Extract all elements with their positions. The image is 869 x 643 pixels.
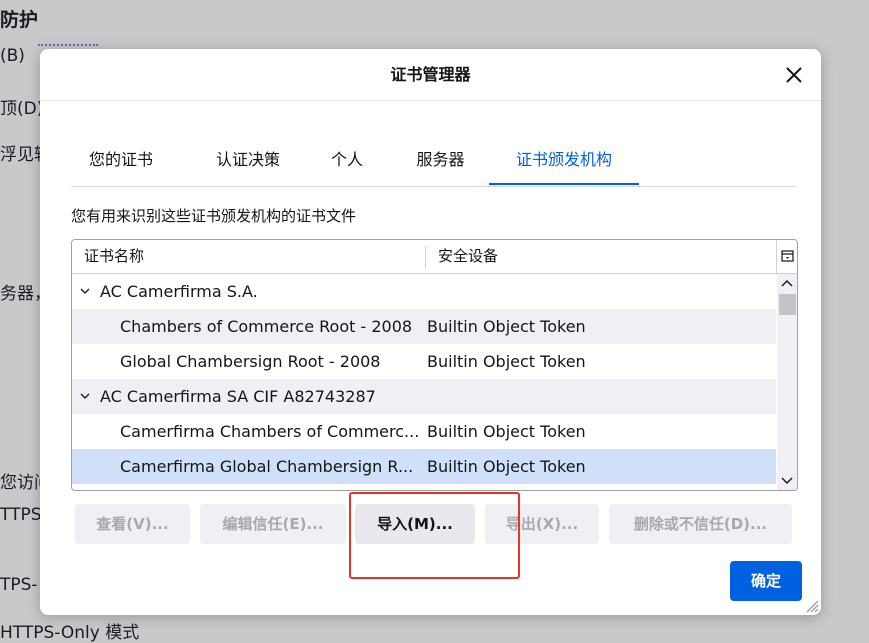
annotation-highlight-box (349, 492, 520, 579)
tree-row[interactable]: Global Chambersign Root - 2008 Builtin O… (72, 344, 776, 379)
bg-text-line: 顶(D) (0, 99, 44, 119)
certificate-manager-dialog: 证书管理器 您的证书 认证决策 个人 服务器 证书颁发机构 您有用来识别这些证书… (40, 49, 821, 615)
tree-row[interactable]: Chambers of Commerce Root - 2008 Builtin… (72, 309, 776, 344)
column-header-device[interactable]: 安全设备 (438, 240, 498, 273)
certificate-name: Global Chambersign Root - 2008 (120, 352, 381, 371)
scroll-down-icon[interactable] (781, 476, 793, 484)
security-device: Builtin Object Token (427, 317, 586, 336)
close-icon (786, 67, 802, 83)
group-name: AC Camerfirma SA CIF A82743287 (100, 387, 376, 406)
delete-or-distrust-button[interactable]: 删除或不信任(D)... (609, 504, 792, 544)
tree-group-row[interactable]: AC Camerfirma SA CIF A82743287 (72, 379, 776, 414)
column-divider (425, 246, 426, 268)
tree-header: 证书名称 安全设备 (72, 240, 797, 274)
dialog-title: 证书管理器 (390, 65, 471, 84)
tree-group-row[interactable]: AC Camerfirma S.A. (72, 274, 776, 309)
tab-your-certificates[interactable]: 您的证书 (71, 139, 171, 185)
tree-rows: AC Camerfirma S.A. Chambers of Commerce … (72, 274, 776, 490)
group-name: AC Camerfirma S.A. (100, 282, 258, 301)
scrollbar-thumb[interactable] (779, 294, 796, 315)
view-button[interactable]: 查看(V)... (75, 504, 190, 544)
bg-text-line: (B) (0, 46, 25, 66)
security-device: Builtin Object Token (427, 352, 586, 371)
tab-authentication-decisions[interactable]: 认证决策 (193, 139, 303, 185)
edit-trust-button[interactable]: 编辑信任(E)... (200, 504, 346, 544)
certificate-name: Chambers of Commerce Root - 2008 (120, 317, 413, 336)
bg-text-line: HTTPS-Only 模式 (0, 623, 140, 643)
column-picker[interactable] (776, 240, 797, 273)
ok-button[interactable]: 确定 (730, 561, 802, 601)
bg-heading: 防护 (0, 9, 39, 31)
chevron-down-icon[interactable] (80, 392, 90, 400)
tab-description: 您有用来识别这些证书颁发机构的证书文件 (71, 207, 357, 225)
tab-bar: 您的证书 认证决策 个人 服务器 证书颁发机构 (71, 139, 797, 187)
tab-servers[interactable]: 服务器 (393, 139, 488, 185)
tree-row-selected[interactable]: Camerfirma Global Chambersign R... Built… (72, 449, 776, 484)
tab-people[interactable]: 个人 (323, 139, 371, 185)
column-picker-icon (781, 250, 794, 262)
bg-text-line: TTPS (0, 505, 42, 525)
security-device: Builtin Object Token (427, 422, 586, 441)
scroll-up-icon[interactable] (781, 280, 793, 288)
bg-text-line: TPS- (0, 575, 38, 595)
resize-grip-icon[interactable] (803, 597, 819, 613)
chevron-down-icon[interactable] (80, 287, 90, 295)
tree-row[interactable]: Camerfirma Chambers of Commerc... Builti… (72, 414, 776, 449)
close-button[interactable] (781, 62, 807, 88)
certificate-name: Camerfirma Global Chambersign R... (120, 457, 414, 476)
certificate-tree[interactable]: 证书名称 安全设备 AC Camerfirma S.A. Chambers of… (71, 239, 798, 491)
vertical-scrollbar[interactable] (777, 274, 797, 490)
tab-authorities[interactable]: 证书颁发机构 (489, 139, 639, 185)
column-header-name[interactable]: 证书名称 (84, 240, 144, 273)
title-divider (40, 100, 821, 101)
security-device: Builtin Object Token (427, 457, 586, 476)
certificate-name: Camerfirma Chambers of Commerc... (120, 422, 420, 441)
